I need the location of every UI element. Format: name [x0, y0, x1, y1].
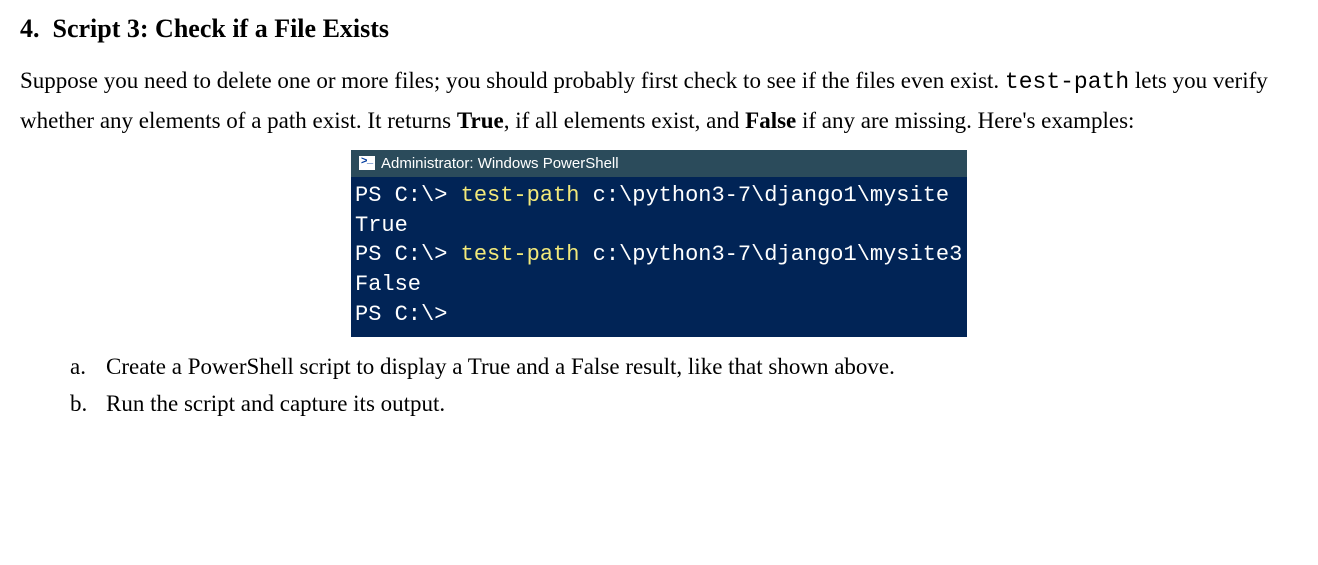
- ps-prompt-3: PS C:\>: [355, 302, 447, 327]
- list-item-a: a. Create a PowerShell script to display…: [70, 349, 1298, 386]
- ps-command-2: test-path: [461, 242, 580, 267]
- powershell-titlebar: Administrator: Windows PowerShell: [351, 150, 967, 177]
- powershell-window: Administrator: Windows PowerShell PS C:\…: [351, 150, 967, 337]
- powershell-title-text: Administrator: Windows PowerShell: [381, 155, 619, 172]
- ordered-list: a. Create a PowerShell script to display…: [70, 349, 1298, 423]
- para-text-1: Suppose you need to delete one or more f…: [20, 68, 1005, 93]
- ps-output-1: True: [355, 213, 408, 238]
- list-text-a: Create a PowerShell script to display a …: [106, 349, 895, 386]
- ps-arg-1: c:\python3-7\django1\mysite: [579, 183, 949, 208]
- section-heading: 4. Script 3: Check if a File Exists: [20, 14, 1298, 44]
- ps-arg-2: c:\python3-7\django1\mysite3: [579, 242, 962, 267]
- para-text-3: , if all elements exist, and: [504, 108, 745, 133]
- heading-title: Script 3: Check if a File Exists: [53, 14, 390, 43]
- ps-prompt-1: PS C:\>: [355, 183, 461, 208]
- false-bold: False: [745, 108, 796, 133]
- inline-code-testpath: test-path: [1005, 69, 1129, 95]
- intro-paragraph: Suppose you need to delete one or more f…: [20, 62, 1298, 140]
- para-text-4: if any are missing. Here's examples:: [796, 108, 1134, 133]
- list-marker-b: b.: [70, 386, 88, 423]
- true-bold: True: [457, 108, 504, 133]
- ps-prompt-2: PS C:\>: [355, 242, 461, 267]
- list-item-b: b. Run the script and capture its output…: [70, 386, 1298, 423]
- list-marker-a: a.: [70, 349, 88, 386]
- powershell-icon: [359, 156, 375, 170]
- list-text-b: Run the script and capture its output.: [106, 386, 445, 423]
- powershell-console-body: PS C:\> test-path c:\python3-7\django1\m…: [351, 177, 967, 337]
- heading-number: 4.: [20, 14, 40, 43]
- ps-output-2: False: [355, 272, 421, 297]
- ps-command-1: test-path: [461, 183, 580, 208]
